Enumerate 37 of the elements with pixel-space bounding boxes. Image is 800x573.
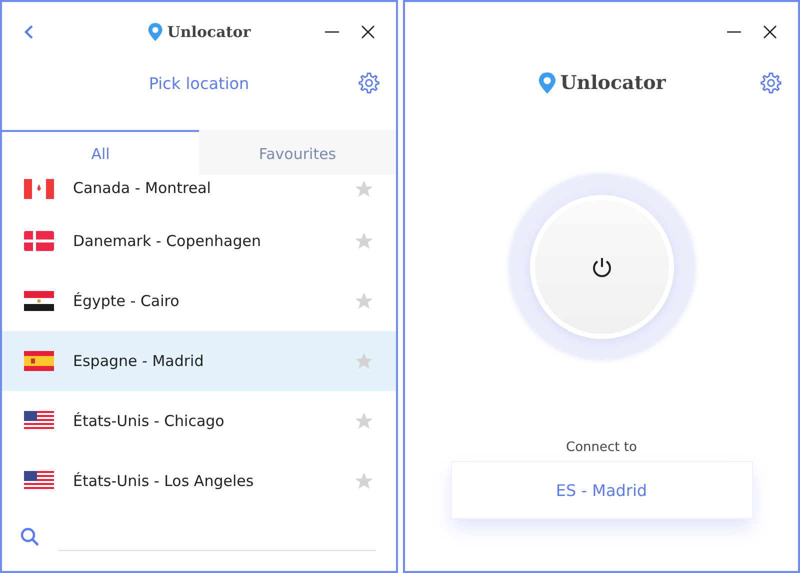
star-icon[interactable] (354, 351, 374, 371)
location-row[interactable]: États-Unis - Los Angeles (2, 451, 396, 511)
flag-icon (24, 179, 54, 199)
pin-logo-icon (147, 22, 164, 42)
star-icon[interactable] (354, 471, 374, 491)
search-icon[interactable] (20, 527, 40, 547)
location-row[interactable]: Canada - Montreal (2, 175, 396, 211)
star-icon[interactable] (354, 411, 374, 431)
pin-logo-icon (537, 71, 556, 95)
location-row[interactable]: États-Unis - Chicago (2, 391, 396, 451)
location-name: Danemark - Copenhagen (73, 232, 262, 250)
star-icon[interactable] (354, 291, 374, 311)
close-icon[interactable] (360, 24, 376, 40)
location-selector[interactable]: ES - Madrid (450, 461, 752, 519)
location-name: Canada - Montreal (73, 179, 212, 197)
brand-name: Unlocator (167, 23, 251, 41)
location-name: États-Unis - Los Angeles (73, 472, 255, 490)
star-icon[interactable] (354, 179, 374, 199)
close-icon[interactable] (762, 24, 778, 40)
back-icon[interactable] (24, 24, 34, 40)
connect-label: Connect to (565, 440, 638, 455)
location-name: États-Unis - Chicago (73, 412, 226, 430)
flag-icon (24, 411, 54, 431)
star-icon[interactable] (354, 231, 374, 251)
flag-icon (24, 291, 54, 311)
location-row[interactable]: Espagne - Madrid (2, 331, 396, 391)
location-name: Espagne - Madrid (73, 352, 205, 370)
location-row[interactable]: Danemark - Copenhagen (2, 211, 396, 271)
location-row[interactable]: Égypte - Cairo (2, 271, 396, 331)
flag-icon (24, 351, 54, 371)
flag-icon (24, 231, 54, 251)
location-name: Égypte - Cairo (73, 292, 180, 310)
flag-icon (24, 471, 54, 491)
settings-icon[interactable] (760, 72, 782, 94)
settings-icon[interactable] (358, 72, 380, 94)
page-title: Pick location (148, 74, 250, 92)
brand-name: Unlocator (560, 72, 666, 94)
